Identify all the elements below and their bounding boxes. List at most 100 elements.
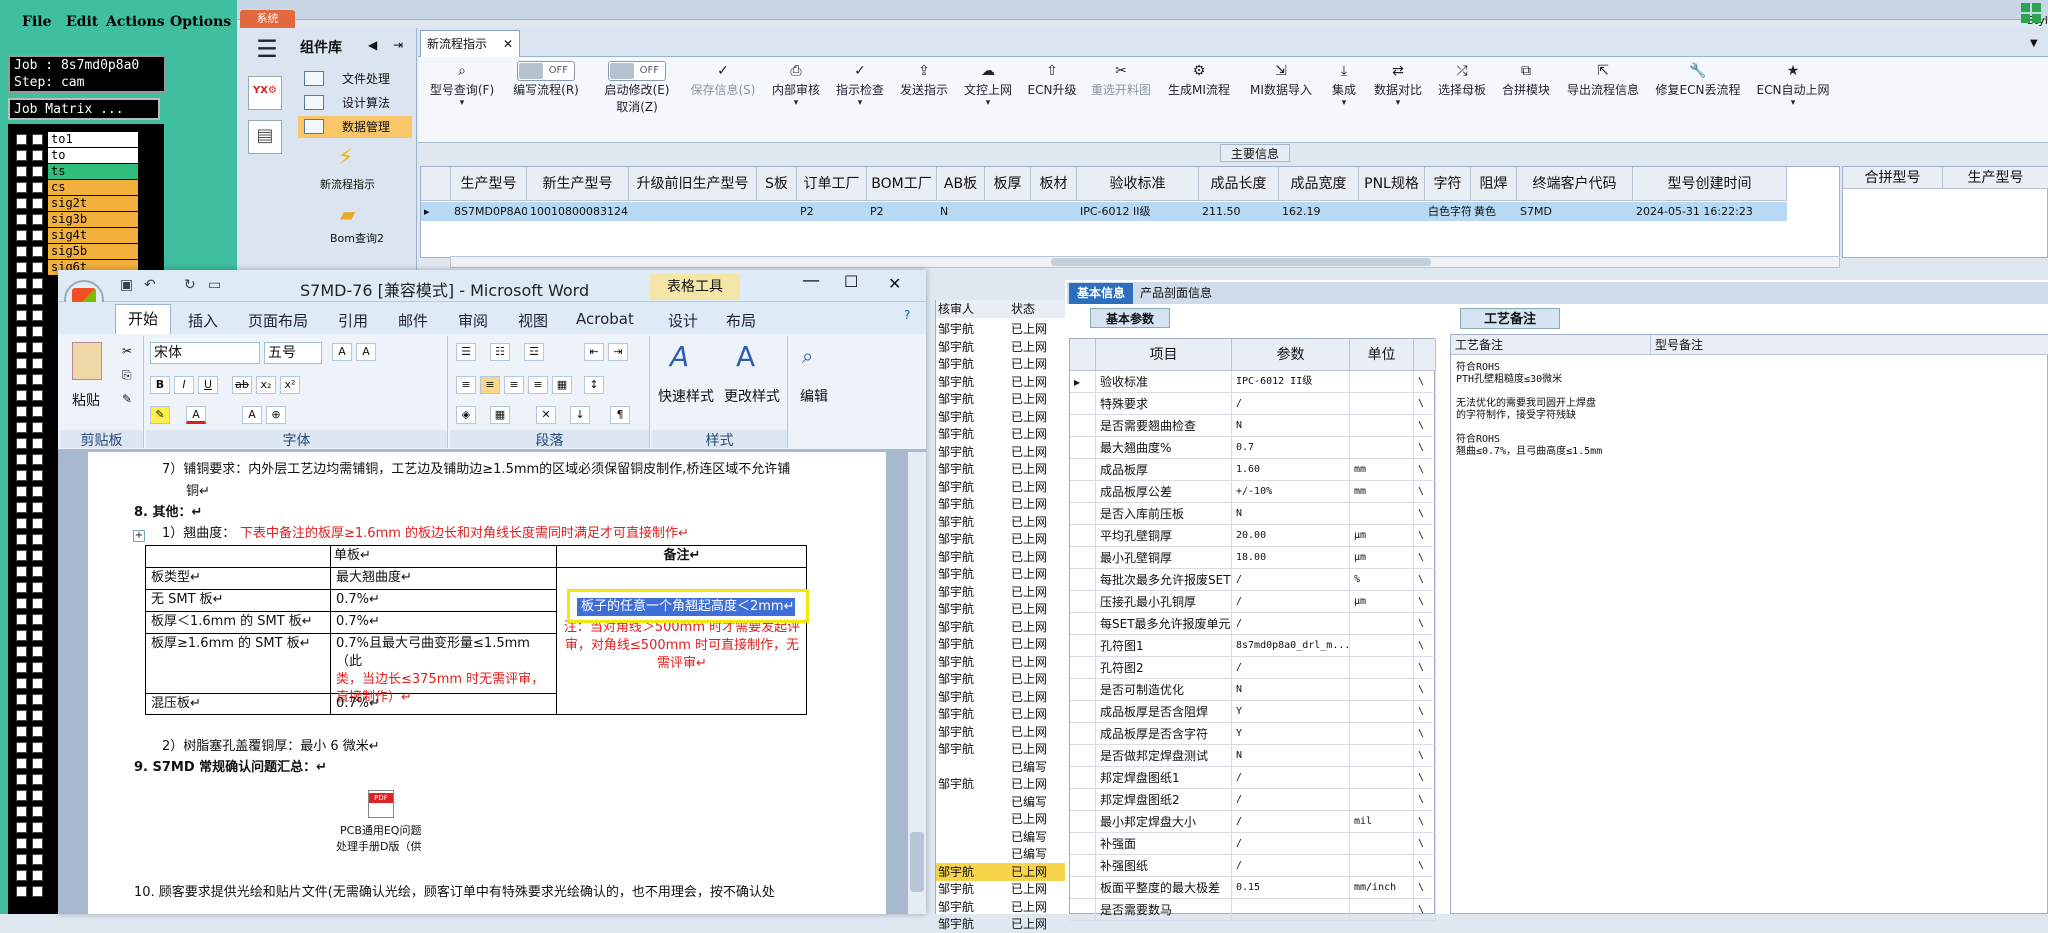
col-header[interactable]: 生产型号 xyxy=(451,167,527,201)
layer-checkbox[interactable] xyxy=(16,774,27,785)
param-cell[interactable]: / xyxy=(1232,569,1350,591)
param-cell[interactable]: Y xyxy=(1232,723,1350,745)
tab-design[interactable]: 设计 xyxy=(668,310,698,331)
menu-file[interactable]: File xyxy=(22,14,51,30)
layer-checkbox[interactable] xyxy=(16,550,27,561)
review-row[interactable]: 邹宇航 已上网 xyxy=(936,653,1066,671)
change-style-button[interactable]: 更改样式 xyxy=(724,386,780,406)
review-row[interactable]: 邹宇航 已上网 xyxy=(936,583,1066,601)
review-row[interactable]: 邹宇航 已上网 xyxy=(936,705,1066,723)
layer-name[interactable]: ts xyxy=(48,164,138,179)
tab-view[interactable]: 视图 xyxy=(518,310,548,331)
param-cell[interactable]: \ xyxy=(1414,767,1436,789)
layer-row[interactable]: ts xyxy=(8,164,164,180)
param-cell[interactable]: 是否需要数马 xyxy=(1096,899,1232,921)
nav-back-icon[interactable]: ◀ xyxy=(368,38,377,52)
enclose-char-icon[interactable]: ⊕ xyxy=(266,406,286,424)
param-cell[interactable]: \ xyxy=(1414,591,1436,613)
font-size-select[interactable]: 五号 xyxy=(264,342,322,364)
layer-checkbox[interactable] xyxy=(16,150,27,161)
char-shade-icon[interactable]: A xyxy=(242,406,262,424)
col-header[interactable]: 型号备注 xyxy=(1651,335,2048,355)
param-cell[interactable]: 邦定焊盘图纸1 xyxy=(1096,767,1232,789)
param-cell[interactable]: \ xyxy=(1414,723,1436,745)
review-row[interactable]: 邹宇航 已上网 xyxy=(936,513,1066,531)
param-cell[interactable]: \ xyxy=(1414,789,1436,811)
layer-name[interactable]: sig4t xyxy=(48,228,138,243)
save-icon[interactable]: ▣ xyxy=(120,277,133,293)
toolbar-button[interactable]: 🔧 修复ECN丢流程 xyxy=(1648,61,1748,139)
format-painter-icon[interactable]: ✎ xyxy=(122,392,132,406)
job-matrix-button[interactable]: Job Matrix ... xyxy=(8,98,160,120)
param-cell[interactable]: +/-10% xyxy=(1232,481,1350,503)
param-cell[interactable]: 孔符图1 xyxy=(1096,635,1232,657)
param-cell[interactable] xyxy=(1350,371,1414,393)
review-row[interactable]: 邹宇航 已上网 xyxy=(936,390,1066,408)
layer-checkbox[interactable] xyxy=(32,710,43,721)
layer-checkbox[interactable] xyxy=(32,566,43,577)
layer-row[interactable]: sig3b xyxy=(8,212,164,228)
decrease-indent-icon[interactable]: ⇤ xyxy=(584,343,604,361)
layer-checkbox[interactable] xyxy=(16,134,27,145)
highlight-icon[interactable]: ✎ xyxy=(150,406,170,424)
param-cell[interactable]: 特殊要求 xyxy=(1096,393,1232,415)
layer-checkbox[interactable] xyxy=(16,758,27,769)
review-row[interactable]: 邹宇航 已上网 xyxy=(936,880,1066,898)
param-row[interactable]: 成品板厚公差 +/-10% mm \ xyxy=(1070,481,1436,503)
col-header[interactable]: 板厚 xyxy=(985,167,1031,201)
param-cell[interactable]: 是否做邦定焊盘测试 xyxy=(1096,745,1232,767)
scroll-thumb[interactable] xyxy=(910,832,924,892)
param-cell[interactable]: 平均孔壁铜厚 xyxy=(1096,525,1232,547)
multilevel-icon[interactable]: ☲ xyxy=(524,343,544,361)
layer-checkbox[interactable] xyxy=(32,646,43,657)
grid-cell[interactable] xyxy=(757,202,797,221)
param-cell[interactable]: 每SET最多允许报废单元 xyxy=(1096,613,1232,635)
param-cell[interactable] xyxy=(1232,899,1350,921)
review-row[interactable]: 邹宇航 已上网 xyxy=(936,548,1066,566)
param-row[interactable]: 平均孔壁铜厚 20.00 μm \ xyxy=(1070,525,1436,547)
param-row[interactable]: 最大翘曲度% 0.7 \ xyxy=(1070,437,1436,459)
param-cell[interactable]: / xyxy=(1232,789,1350,811)
layer-row[interactable]: sig5b xyxy=(8,244,164,260)
toolbar-button[interactable]: ✂ 重选开料图 xyxy=(1084,61,1158,139)
italic-icon[interactable]: I xyxy=(174,376,194,394)
nav-file-processing[interactable]: 文件处理 xyxy=(298,68,412,90)
param-cell[interactable] xyxy=(1350,745,1414,767)
layer-checkbox[interactable] xyxy=(32,806,43,817)
col-header[interactable]: BOM工厂 xyxy=(867,167,937,201)
layer-checkbox[interactable] xyxy=(32,182,43,193)
selected-text[interactable]: 板子的任意一个角翘起高度＜2mm↵ xyxy=(577,598,795,616)
param-cell[interactable] xyxy=(1350,679,1414,701)
align-center-icon[interactable]: ≡ xyxy=(480,376,500,394)
layer-checkbox[interactable] xyxy=(32,870,43,881)
layer-checkbox[interactable] xyxy=(16,230,27,241)
edit-button[interactable]: 编辑 xyxy=(800,386,828,406)
scroll-thumb[interactable] xyxy=(1051,258,1431,266)
chevron-down-icon[interactable]: ▾ xyxy=(1322,98,1366,108)
review-row[interactable]: 已编写 xyxy=(936,828,1066,846)
param-cell[interactable]: \ xyxy=(1414,393,1436,415)
menu-actions[interactable]: Actions xyxy=(106,14,165,30)
chevron-down-icon[interactable]: ▾ xyxy=(956,98,1020,108)
layer-checkbox[interactable] xyxy=(32,678,43,689)
param-cell[interactable]: 最小孔壁铜厚 xyxy=(1096,547,1232,569)
layer-checkbox[interactable] xyxy=(32,262,43,273)
param-cell[interactable]: \ xyxy=(1414,745,1436,767)
layer-checkbox[interactable] xyxy=(32,534,43,545)
toolbar-button[interactable]: ⌕ 型号查询(F) ▾ xyxy=(424,61,500,139)
grid-cell[interactable]: 2024-05-31 16:22:23 xyxy=(1633,202,1787,221)
grid-cell[interactable]: P2 xyxy=(867,202,937,221)
layer-checkbox[interactable] xyxy=(32,278,43,289)
layer-checkbox[interactable] xyxy=(32,694,43,705)
param-cell[interactable]: / xyxy=(1232,767,1350,789)
help-icon[interactable]: ? xyxy=(904,308,910,322)
param-cell[interactable] xyxy=(1350,613,1414,635)
review-row[interactable]: 已编写 xyxy=(936,793,1066,811)
shading-icon[interactable]: ◈ xyxy=(456,406,476,424)
layer-checkbox[interactable] xyxy=(16,710,27,721)
layer-row[interactable]: to xyxy=(8,148,164,164)
layer-checkbox[interactable] xyxy=(16,566,27,577)
param-cell[interactable]: mil xyxy=(1350,811,1414,833)
layer-checkbox[interactable] xyxy=(32,342,43,353)
param-row[interactable]: 是否入库前压板 N \ xyxy=(1070,503,1436,525)
